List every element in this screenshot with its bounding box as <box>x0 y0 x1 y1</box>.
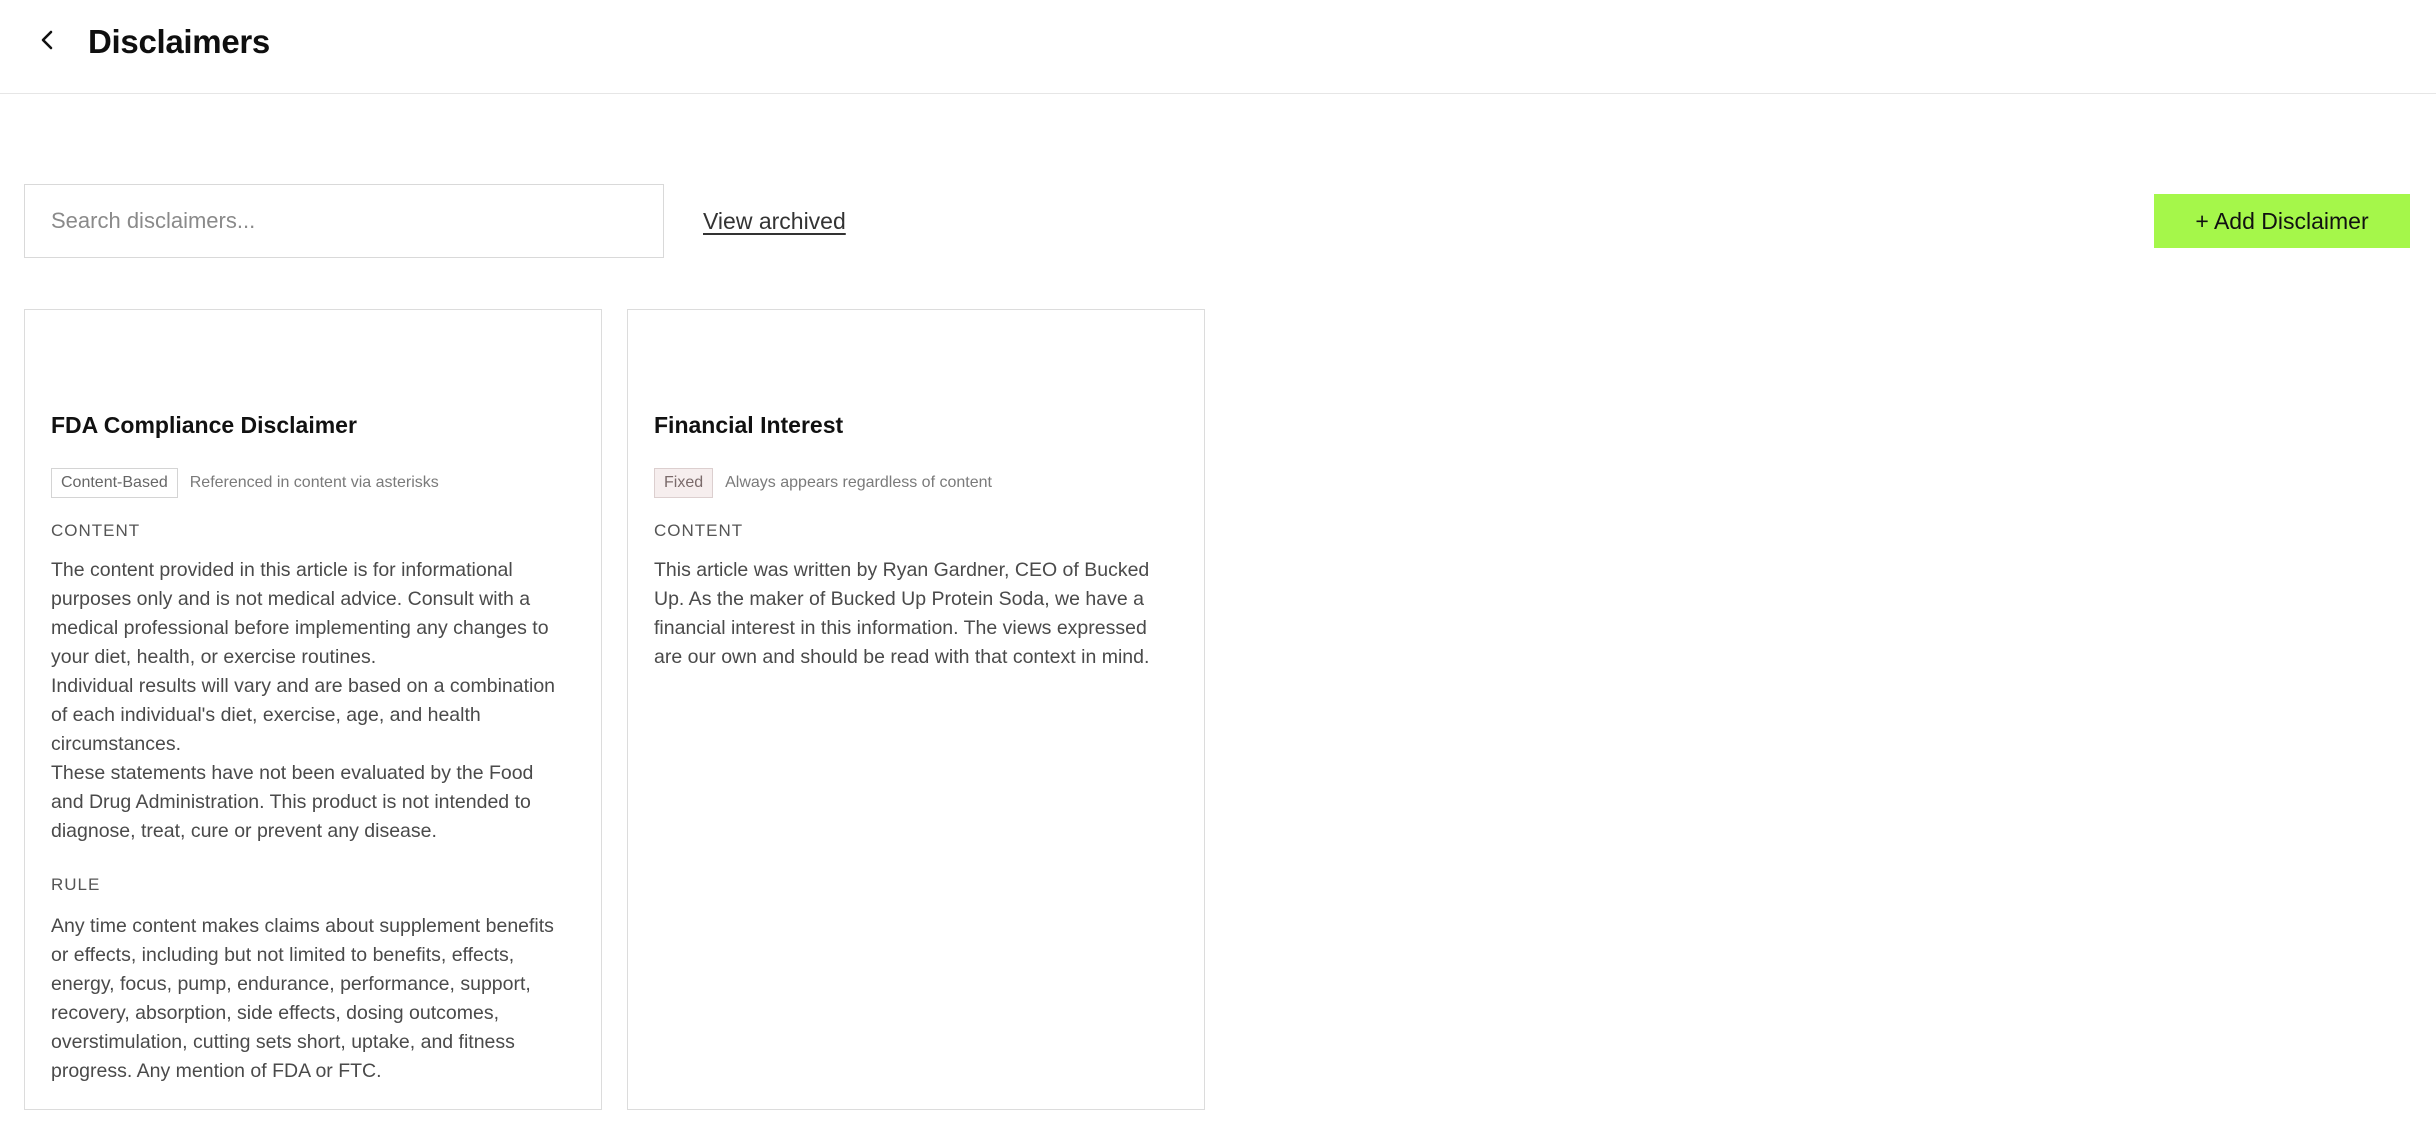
type-description: Always appears regardless of content <box>725 474 992 491</box>
view-archived-link[interactable]: View archived <box>703 206 846 236</box>
content-label: CONTENT <box>51 521 141 540</box>
content-paragraph: Individual results will vary and are bas… <box>51 675 556 755</box>
chevron-left-icon <box>37 29 59 56</box>
rule-label: RULE <box>51 875 101 894</box>
disclaimer-card[interactable]: Financial Interest Fixed Always appears … <box>627 309 1205 1110</box>
disclaimer-title: FDA Compliance Disclaimer <box>51 412 357 438</box>
disclaimer-title: Financial Interest <box>654 412 844 438</box>
page-header: Disclaimers <box>0 0 2436 94</box>
search-input[interactable] <box>24 184 664 258</box>
disclaimer-type-row: Content-Based Referenced in content via … <box>51 468 571 498</box>
page-title: Disclaimers <box>88 23 270 60</box>
rule-text: Any time content makes claims about supp… <box>51 915 554 1082</box>
content-paragraph: These statements have not been evaluated… <box>51 762 534 842</box>
content-paragraph: This article was written by Ryan Gardner… <box>654 559 1150 668</box>
disclaimer-card[interactable]: FDA Compliance Disclaimer Content-Based … <box>24 309 602 1110</box>
back-button[interactable] <box>30 24 66 60</box>
type-badge: Fixed <box>654 468 714 498</box>
content-text: This article was written by Ryan Gardner… <box>654 556 1174 672</box>
content-label: CONTENT <box>654 521 744 540</box>
add-disclaimer-button[interactable]: + Add Disclaimer <box>2154 194 2410 248</box>
content-paragraph: The content provided in this article is … <box>51 559 549 668</box>
type-badge: Content-Based <box>51 468 178 498</box>
content-text: The content provided in this article is … <box>51 556 571 846</box>
type-description: Referenced in content via asterisks <box>189 474 439 491</box>
disclaimer-type-row: Fixed Always appears regardless of conte… <box>654 468 1174 498</box>
